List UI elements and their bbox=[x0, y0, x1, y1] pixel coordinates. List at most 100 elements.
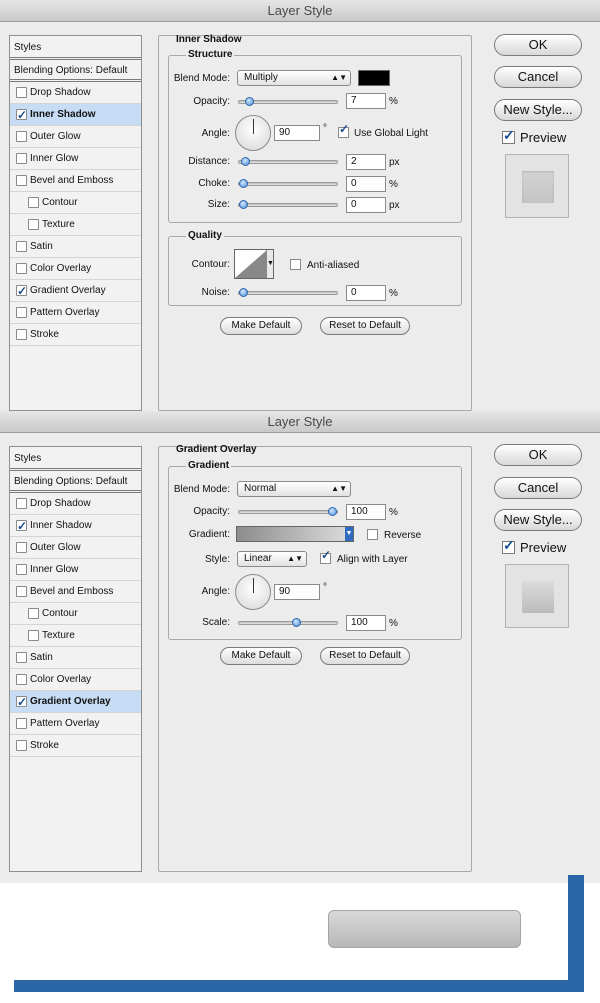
angle-input[interactable]: 90 bbox=[274, 125, 320, 141]
style-checkbox[interactable] bbox=[16, 652, 27, 663]
style-item-inner-glow[interactable]: Inner Glow bbox=[10, 559, 141, 581]
style-item-color-overlay[interactable]: Color Overlay bbox=[10, 669, 141, 691]
style-item-outer-glow[interactable]: Outer Glow bbox=[10, 126, 141, 148]
slider-knob[interactable] bbox=[239, 179, 248, 188]
anti-aliased-checkbox[interactable] bbox=[290, 259, 301, 270]
distance-slider[interactable] bbox=[238, 157, 338, 166]
reset-to-default-button[interactable]: Reset to Default bbox=[320, 317, 410, 335]
style-item-drop-shadow[interactable]: Drop Shadow bbox=[10, 493, 141, 515]
noise-slider[interactable] bbox=[238, 288, 338, 297]
style-item-inner-shadow[interactable]: Inner Shadow bbox=[10, 515, 141, 537]
make-default-button[interactable]: Make Default bbox=[220, 647, 302, 665]
blending-options-item[interactable]: Blending Options: Default bbox=[10, 60, 141, 82]
slider-knob[interactable] bbox=[239, 288, 248, 297]
distance-input[interactable]: 2 bbox=[346, 154, 386, 170]
angle-input[interactable]: 90 bbox=[274, 584, 320, 600]
angle-dial[interactable] bbox=[235, 574, 271, 610]
reverse-checkbox[interactable] bbox=[367, 529, 378, 540]
cancel-button[interactable]: Cancel bbox=[494, 477, 582, 499]
style-checkbox[interactable] bbox=[16, 131, 27, 142]
style-item-outer-glow[interactable]: Outer Glow bbox=[10, 537, 141, 559]
choke-input[interactable]: 0 bbox=[346, 176, 386, 192]
blend-mode-select[interactable]: Normal ▲▼ bbox=[237, 481, 351, 497]
style-checkbox[interactable] bbox=[16, 586, 27, 597]
opacity-input[interactable]: 7 bbox=[346, 93, 386, 109]
style-item-texture[interactable]: Texture bbox=[10, 214, 141, 236]
slider-knob[interactable] bbox=[240, 157, 250, 166]
style-item-stroke[interactable]: Stroke bbox=[10, 324, 141, 346]
preview-checkbox[interactable] bbox=[502, 127, 515, 144]
style-checkbox[interactable] bbox=[16, 718, 27, 729]
preview-checkbox[interactable] bbox=[502, 537, 515, 554]
style-item-gradient-overlay[interactable]: Gradient Overlay bbox=[10, 691, 141, 713]
noise-input[interactable]: 0 bbox=[346, 285, 386, 301]
style-checkbox[interactable] bbox=[16, 564, 27, 575]
style-item-texture[interactable]: Texture bbox=[10, 625, 141, 647]
style-item-bevel-and-emboss[interactable]: Bevel and Emboss bbox=[10, 170, 141, 192]
style-item-pattern-overlay[interactable]: Pattern Overlay bbox=[10, 302, 141, 324]
cancel-button[interactable]: Cancel bbox=[494, 66, 582, 88]
new-style-button[interactable]: New Style... bbox=[494, 509, 582, 531]
style-item-stroke[interactable]: Stroke bbox=[10, 735, 141, 757]
make-default-button[interactable]: Make Default bbox=[220, 317, 302, 335]
preview-thumbnail bbox=[505, 154, 569, 218]
scale-slider[interactable] bbox=[238, 618, 338, 627]
reset-to-default-button[interactable]: Reset to Default bbox=[320, 647, 410, 665]
style-checkbox[interactable] bbox=[28, 608, 39, 619]
choke-slider[interactable] bbox=[238, 179, 338, 188]
opacity-input[interactable]: 100 bbox=[346, 504, 386, 520]
style-item-drop-shadow[interactable]: Drop Shadow bbox=[10, 82, 141, 104]
preview-label: Preview bbox=[520, 130, 567, 145]
style-checkbox[interactable] bbox=[28, 197, 39, 208]
style-checkbox[interactable] bbox=[28, 630, 39, 641]
style-item-contour[interactable]: Contour bbox=[10, 192, 141, 214]
new-style-button[interactable]: New Style... bbox=[494, 99, 582, 121]
style-checkbox[interactable] bbox=[16, 153, 27, 164]
size-input[interactable]: 0 bbox=[346, 197, 386, 213]
size-slider[interactable] bbox=[238, 200, 338, 209]
style-checkbox[interactable] bbox=[16, 674, 27, 685]
style-item-pattern-overlay[interactable]: Pattern Overlay bbox=[10, 713, 141, 735]
ok-button[interactable]: OK bbox=[494, 444, 582, 466]
slider-knob[interactable] bbox=[328, 507, 337, 516]
size-unit: px bbox=[389, 200, 400, 211]
style-item-bevel-and-emboss[interactable]: Bevel and Emboss bbox=[10, 581, 141, 603]
style-item-gradient-overlay[interactable]: Gradient Overlay bbox=[10, 280, 141, 302]
blending-options-item[interactable]: Blending Options: Default bbox=[10, 471, 141, 493]
style-checkbox[interactable] bbox=[28, 219, 39, 230]
slider-knob[interactable] bbox=[239, 200, 248, 209]
style-select[interactable]: Linear ▲▼ bbox=[237, 551, 307, 567]
style-checkbox[interactable] bbox=[16, 175, 27, 186]
style-item-color-overlay[interactable]: Color Overlay bbox=[10, 258, 141, 280]
style-checkbox[interactable] bbox=[16, 87, 27, 98]
blend-mode-select[interactable]: Multiply ▲▼ bbox=[237, 70, 351, 86]
style-item-inner-shadow[interactable]: Inner Shadow bbox=[10, 104, 141, 126]
style-checkbox[interactable] bbox=[16, 263, 27, 274]
styles-header[interactable]: Styles bbox=[10, 36, 141, 60]
angle-dial[interactable] bbox=[235, 115, 271, 151]
style-item-satin[interactable]: Satin bbox=[10, 647, 141, 669]
opacity-slider[interactable] bbox=[238, 97, 338, 106]
style-checkbox[interactable] bbox=[16, 691, 27, 713]
style-checkbox[interactable] bbox=[16, 498, 27, 509]
style-checkbox[interactable] bbox=[16, 104, 27, 126]
style-checkbox[interactable] bbox=[16, 329, 27, 340]
style-checkbox[interactable] bbox=[16, 280, 27, 302]
style-checkbox[interactable] bbox=[16, 740, 27, 751]
style-checkbox[interactable] bbox=[16, 241, 27, 252]
opacity-slider[interactable] bbox=[238, 507, 338, 516]
align-with-layer-checkbox[interactable] bbox=[320, 548, 331, 564]
style-checkbox[interactable] bbox=[16, 542, 27, 553]
scale-input[interactable]: 100 bbox=[346, 615, 386, 631]
gradient-picker[interactable]: ▼ bbox=[236, 526, 354, 542]
contour-picker[interactable]: ▼ bbox=[234, 249, 274, 279]
style-item-satin[interactable]: Satin bbox=[10, 236, 141, 258]
style-checkbox[interactable] bbox=[16, 515, 27, 537]
styles-header[interactable]: Styles bbox=[10, 447, 141, 471]
ok-button[interactable]: OK bbox=[494, 34, 582, 56]
style-checkbox[interactable] bbox=[16, 307, 27, 318]
style-item-inner-glow[interactable]: Inner Glow bbox=[10, 148, 141, 170]
use-global-light-checkbox[interactable] bbox=[338, 122, 349, 138]
shadow-color-swatch[interactable] bbox=[358, 70, 390, 86]
style-item-contour[interactable]: Contour bbox=[10, 603, 141, 625]
